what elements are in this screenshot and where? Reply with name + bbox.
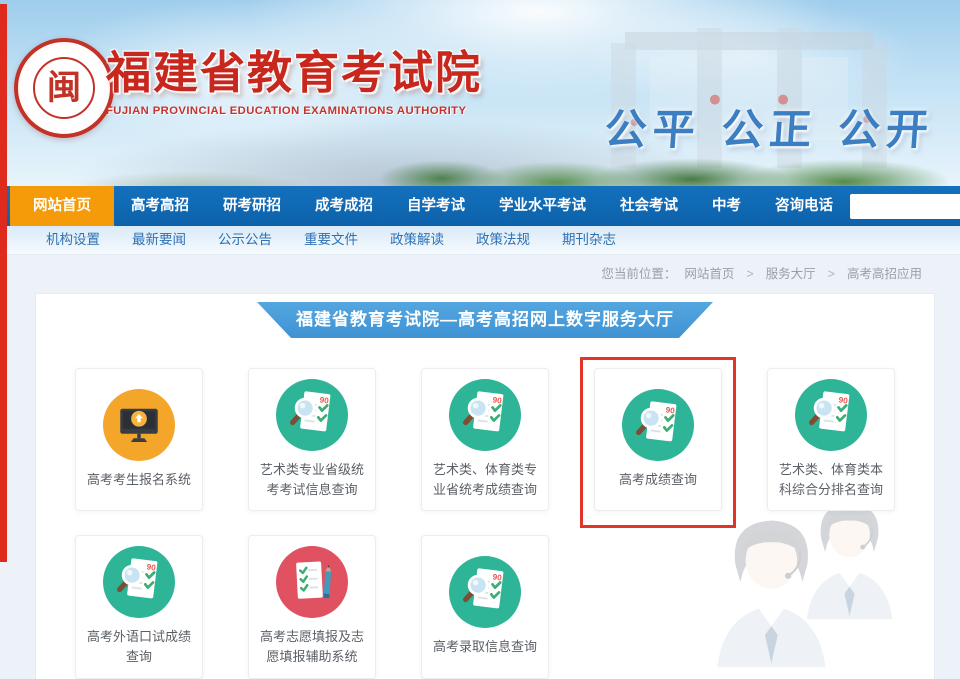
nav-tab-gaokao-admission[interactable]: 高考高招: [114, 186, 206, 226]
search-area: [850, 186, 960, 226]
subnav-important-docs[interactable]: 重要文件: [288, 226, 374, 254]
card-cell-volunteer-filling: 高考志愿填报及志愿填报辅助系统: [248, 535, 376, 678]
card-label: 艺术类、体育类本科综合分排名查询: [775, 460, 887, 500]
doc-pencil-icon: [282, 552, 342, 612]
card-art-sports-ranking[interactable]: 艺术类、体育类本科综合分排名查询: [767, 368, 895, 511]
nav-tab-self-study[interactable]: 自学考试: [390, 186, 482, 226]
nav-tab-home[interactable]: 网站首页: [10, 186, 114, 226]
breadcrumb-separator: >: [742, 267, 757, 281]
treeline-decoration: [0, 152, 960, 186]
icon-circle: [103, 546, 175, 618]
annotation-left-bar: [0, 4, 7, 562]
subnav-policy-regulations[interactable]: 政策法规: [460, 226, 546, 254]
seal-emblem: 闽: [47, 71, 81, 105]
card-label: 高考志愿填报及志愿填报辅助系统: [256, 627, 368, 667]
card-admission-info[interactable]: 高考录取信息查询: [421, 535, 549, 678]
main-nav: 网站首页 高考高招 研考研招 成考成招 自学考试 学业水平考试 社会考试 中考 …: [0, 186, 960, 226]
nav-tab-social-exam[interactable]: 社会考试: [603, 186, 695, 226]
subnav-latest-news[interactable]: 最新要闻: [116, 226, 202, 254]
breadcrumb-gaokao-apps[interactable]: 高考高招应用: [839, 267, 930, 281]
nav-tab-graduate-exam[interactable]: 研考研招: [206, 186, 298, 226]
seal-inner-ring: 闽: [33, 57, 95, 119]
nav-tab-consult-phone[interactable]: 咨询电话: [758, 186, 850, 226]
icon-circle: [103, 389, 175, 461]
card-cell-admission-info: 高考录取信息查询: [421, 535, 549, 678]
nav-tab-adult-exam[interactable]: 成考成招: [298, 186, 390, 226]
site-header: 闽 福建省教育考试院 FUJIAN PROVINCIAL EDUCATION E…: [0, 0, 960, 186]
breadcrumb: 您当前位置：网站首页>服务大厅>高考高招应用: [0, 255, 960, 294]
breadcrumb-label: 您当前位置：: [601, 267, 676, 281]
service-hall-banner: 福建省教育考试院—高考高招网上数字服务大厅: [257, 302, 713, 338]
card-cell-art-sports-score-query: 艺术类、体育类专业省统考成绩查询: [421, 368, 549, 511]
subnav-policy-interpretation[interactable]: 政策解读: [374, 226, 460, 254]
search-doc-icon: [801, 385, 861, 445]
search-doc-icon: [628, 395, 688, 455]
title-block: 福建省教育考试院 FUJIAN PROVINCIAL EDUCATION EXA…: [106, 48, 482, 117]
card-cell-foreign-language-oral: 高考外语口试成绩查询: [75, 535, 203, 678]
card-volunteer-filling[interactable]: 高考志愿填报及志愿填报辅助系统: [248, 535, 376, 678]
breadcrumb-site-home[interactable]: 网站首页: [676, 267, 742, 281]
site-subtitle: FUJIAN PROVINCIAL EDUCATION EXAMINATIONS…: [106, 105, 482, 117]
card-gaokao-score-query[interactable]: 高考成绩查询: [594, 368, 722, 511]
card-label: 高考考生报名系统: [87, 470, 191, 490]
icon-circle: [276, 379, 348, 451]
icon-circle: [449, 556, 521, 628]
nav-tab-academic-level[interactable]: 学业水平考试: [482, 186, 603, 226]
site-logo: 闽: [14, 38, 114, 138]
subnav-org-setup[interactable]: 机构设置: [30, 226, 116, 254]
site-title: 福建省教育考试院: [106, 48, 482, 98]
card-label: 高考外语口试成绩查询: [83, 627, 195, 667]
breadcrumb-service-hall[interactable]: 服务大厅: [758, 267, 824, 281]
search-doc-icon: [282, 385, 342, 445]
search-doc-icon: [455, 385, 515, 445]
card-label: 高考录取信息查询: [433, 637, 537, 657]
search-input[interactable]: [850, 194, 960, 219]
service-card-grid: 高考考生报名系统 艺术类专业省级统考考试信息查询 艺术类、体育类专业省统考成绩查…: [75, 368, 895, 679]
header-slogan: 公平 公正 公开: [603, 96, 937, 157]
icon-circle: [622, 389, 694, 461]
icon-circle: [276, 546, 348, 618]
icon-circle: [795, 379, 867, 451]
card-cell-gaokao-score-query: 高考成绩查询: [594, 368, 722, 511]
card-gaokao-registration[interactable]: 高考考生报名系统: [75, 368, 203, 511]
card-cell-gaokao-registration: 高考考生报名系统: [75, 368, 203, 511]
icon-circle: [449, 379, 521, 451]
card-cell-art-sports-ranking: 艺术类、体育类本科综合分排名查询: [767, 368, 895, 511]
upload-monitor-icon: [109, 395, 169, 455]
subnav-public-notice[interactable]: 公示公告: [202, 226, 288, 254]
search-doc-icon: [109, 552, 169, 612]
card-art-provincial-exam-info[interactable]: 艺术类专业省级统考考试信息查询: [248, 368, 376, 511]
card-cell-art-provincial-exam-info: 艺术类专业省级统考考试信息查询: [248, 368, 376, 511]
card-label: 艺术类专业省级统考考试信息查询: [256, 460, 368, 500]
content-panel: 福建省教育考试院—高考高招网上数字服务大厅 高考考生报名系统 艺术类专业省级统考…: [35, 293, 935, 679]
breadcrumb-separator: >: [824, 267, 839, 281]
secondary-nav: 机构设置 最新要闻 公示公告 重要文件 政策解读 政策法规 期刊杂志: [0, 226, 960, 255]
card-label: 高考成绩查询: [619, 470, 697, 490]
card-foreign-language-oral[interactable]: 高考外语口试成绩查询: [75, 535, 203, 678]
card-label: 艺术类、体育类专业省统考成绩查询: [429, 460, 541, 500]
subnav-periodicals[interactable]: 期刊杂志: [546, 226, 632, 254]
card-art-sports-score-query[interactable]: 艺术类、体育类专业省统考成绩查询: [421, 368, 549, 511]
search-doc-icon: [455, 562, 515, 622]
nav-tab-middle-exam[interactable]: 中考: [695, 186, 758, 226]
